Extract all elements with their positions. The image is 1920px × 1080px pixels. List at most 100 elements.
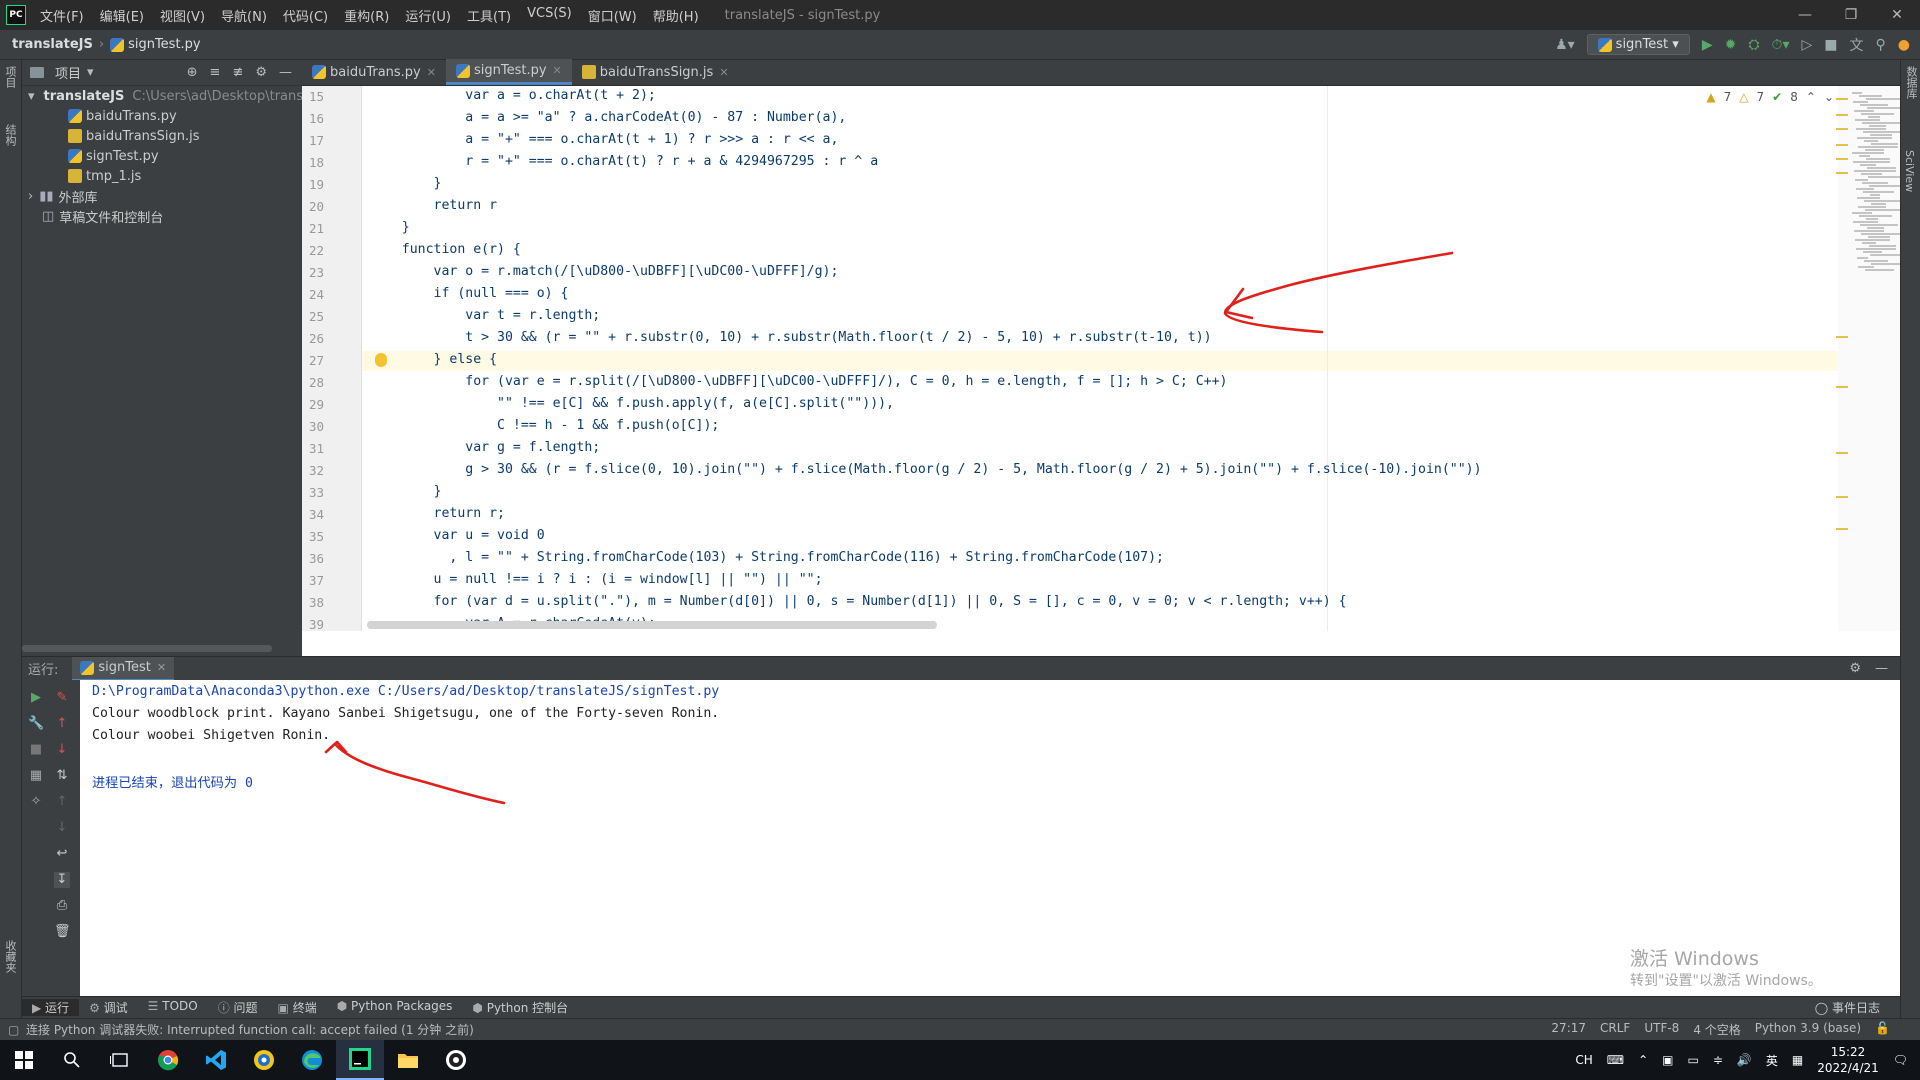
- battery-icon[interactable]: ▭: [1688, 1053, 1699, 1067]
- warning-marker[interactable]: [1836, 98, 1848, 100]
- code-line[interactable]: a = "+" === o.charAt(t + 1) ? r >>> a : …: [370, 132, 838, 147]
- menu-item[interactable]: 工具(T): [459, 6, 519, 25]
- translate-icon[interactable]: 文: [1850, 35, 1864, 55]
- hide-icon[interactable]: —: [279, 65, 292, 80]
- code-line[interactable]: }: [370, 484, 442, 499]
- code-editor[interactable]: 15 16 17 18 19 20 21 22 23 24 25 26 27 28 29 30 31 32 33 34…: [302, 86, 1900, 631]
- sidetab-favorites[interactable]: 收藏夹: [2, 940, 18, 973]
- code-area[interactable]: var a = o.charAt(t + 2); a = a >= "a" ? …: [362, 86, 1862, 631]
- close-button[interactable]: ✕: [1874, 0, 1920, 30]
- code-line[interactable]: var t = r.length;: [370, 308, 600, 323]
- editor-minimap[interactable]: [1836, 86, 1900, 631]
- code-line[interactable]: for (var d = u.split("."), m = Number(d[…: [370, 594, 1347, 609]
- warning-marker[interactable]: [1836, 386, 1848, 388]
- pin-icon[interactable]: ✧: [28, 794, 44, 810]
- sidetab-project[interactable]: 项目: [2, 66, 18, 88]
- search-icon[interactable]: ⚲: [1876, 37, 1886, 53]
- inspection-widget[interactable]: ▲ 7 △ 7 ✔ 8 ⌃ ⌄: [1706, 90, 1834, 104]
- code-line[interactable]: var a = o.charAt(t + 2);: [370, 88, 656, 103]
- menu-item[interactable]: 重构(R): [336, 6, 397, 25]
- search-icon[interactable]: [48, 1040, 96, 1080]
- gear-icon[interactable]: ⚙: [1849, 661, 1861, 676]
- line-separator[interactable]: CRLF: [1600, 1021, 1630, 1038]
- code-line[interactable]: function e(r) {: [370, 242, 521, 257]
- tree-file[interactable]: baiduTransSign.js: [22, 126, 302, 146]
- menu-item[interactable]: 窗口(W): [580, 6, 645, 25]
- code-line[interactable]: var g = f.length;: [370, 440, 600, 455]
- layout-icon[interactable]: ▦: [28, 768, 44, 784]
- breadcrumb-file[interactable]: signTest.py: [128, 37, 201, 52]
- close-icon[interactable]: ✕: [427, 66, 436, 79]
- sidetab-sciview[interactable]: SciView: [1903, 150, 1916, 192]
- sidetab-structure[interactable]: 结构: [2, 124, 18, 146]
- tree-file[interactable]: baiduTrans.py: [22, 106, 302, 126]
- scroll-to-end-icon[interactable]: ↧: [54, 872, 70, 888]
- editor-tab[interactable]: baiduTrans.py ✕: [302, 59, 446, 85]
- user-icon[interactable]: ♟▾: [1555, 37, 1575, 53]
- chrome-icon[interactable]: [144, 1040, 192, 1080]
- pycharm-taskbar-icon[interactable]: [336, 1040, 384, 1080]
- chevron-up-icon[interactable]: ⌃: [1638, 1053, 1648, 1067]
- run-icon[interactable]: ▶: [1702, 37, 1713, 53]
- print-icon[interactable]: ⎙: [54, 898, 70, 914]
- gear-icon[interactable]: ⚙: [255, 65, 267, 80]
- edge-icon[interactable]: [288, 1040, 336, 1080]
- warning-marker[interactable]: [1836, 496, 1848, 498]
- tool-tab[interactable]: ⬢ Python 控制台: [462, 999, 578, 1016]
- indent-setting[interactable]: 4 个空格: [1693, 1021, 1740, 1038]
- usb-icon[interactable]: ▣: [1662, 1053, 1673, 1067]
- tree-file[interactable]: signTest.py: [22, 146, 302, 166]
- caret-position[interactable]: 27:17: [1551, 1021, 1586, 1038]
- locate-icon[interactable]: ⊕: [187, 65, 198, 80]
- ime-indicator[interactable]: CH: [1575, 1053, 1592, 1067]
- tree-file[interactable]: tmp_1.js: [22, 166, 302, 186]
- code-line[interactable]: var o = r.match(/[\uD800-\uDBFF][\uDC00-…: [370, 264, 839, 279]
- breadcrumb-project[interactable]: translateJS: [12, 37, 93, 52]
- clock[interactable]: 15:22 2022/4/21: [1817, 1044, 1879, 1076]
- stop-icon[interactable]: ■: [28, 742, 44, 758]
- warning-marker[interactable]: [1836, 336, 1848, 338]
- code-line[interactable]: t > 30 && (r = "" + r.substr(0, 10) + r.…: [370, 330, 1211, 345]
- tool-tab[interactable]: ⓘ 问题: [208, 999, 268, 1016]
- sidetab-database[interactable]: 数据库: [1903, 66, 1919, 99]
- close-icon[interactable]: ✕: [553, 64, 562, 77]
- arrow-down-icon[interactable]: ↓: [54, 742, 70, 758]
- tool-tab[interactable]: ⚙ 调试: [79, 999, 138, 1016]
- expand-all-icon[interactable]: ≡: [210, 65, 221, 80]
- tool-tab[interactable]: ▣ 终端: [268, 999, 327, 1016]
- chevron-up-icon[interactable]: ⌃: [1806, 90, 1816, 104]
- menu-item[interactable]: 视图(V): [152, 6, 213, 25]
- volume-icon[interactable]: 🔊: [1737, 1053, 1752, 1067]
- vscode-icon[interactable]: [192, 1040, 240, 1080]
- code-line[interactable]: return r: [370, 198, 498, 213]
- collapse-all-icon[interactable]: ≢: [232, 65, 243, 80]
- code-line[interactable]: a = a >= "a" ? a.charCodeAt(0) - 87 : Nu…: [370, 110, 846, 125]
- arrow-up-icon[interactable]: ↑: [54, 716, 70, 732]
- warning-marker[interactable]: [1836, 114, 1848, 116]
- code-line[interactable]: if (null === o) {: [370, 286, 569, 301]
- warning-marker[interactable]: [1836, 158, 1848, 160]
- editor-tab[interactable]: baiduTransSign.js ✕: [572, 59, 739, 85]
- code-line[interactable]: u = null !== i ? i : (i = window[l] || "…: [370, 572, 823, 587]
- event-log-button[interactable]: ◯ 事件日志: [1815, 999, 1900, 1016]
- menu-item[interactable]: 代码(C): [275, 6, 336, 25]
- menu-item[interactable]: VCS(S): [519, 6, 580, 25]
- tool-tab[interactable]: ☰ TODO: [138, 999, 208, 1016]
- project-view-selector[interactable]: 项目: [55, 63, 81, 82]
- ime-language[interactable]: 英: [1766, 1052, 1778, 1069]
- file-encoding[interactable]: UTF-8: [1644, 1021, 1679, 1038]
- run-config-select[interactable]: signTest ▾: [1586, 34, 1690, 55]
- run-tab-signtest[interactable]: signTest ✕: [72, 656, 175, 681]
- tool-tab[interactable]: ⬢ Python Packages: [327, 999, 463, 1016]
- warning-marker[interactable]: [1836, 128, 1848, 130]
- notification-icon[interactable]: 🗨: [1893, 1053, 1908, 1067]
- wrench-icon[interactable]: 🔧: [28, 716, 44, 732]
- chevron-down-icon[interactable]: ⌄: [1824, 90, 1834, 104]
- update-icon[interactable]: ●: [1898, 37, 1910, 53]
- chevron-down-icon[interactable]: ▾: [28, 89, 35, 104]
- sort-icon[interactable]: ⇅: [54, 768, 70, 784]
- code-line[interactable]: return r;: [370, 506, 505, 521]
- menu-item[interactable]: 编辑(E): [92, 6, 152, 25]
- code-line[interactable]: }: [370, 176, 442, 191]
- close-icon[interactable]: ✕: [157, 661, 166, 674]
